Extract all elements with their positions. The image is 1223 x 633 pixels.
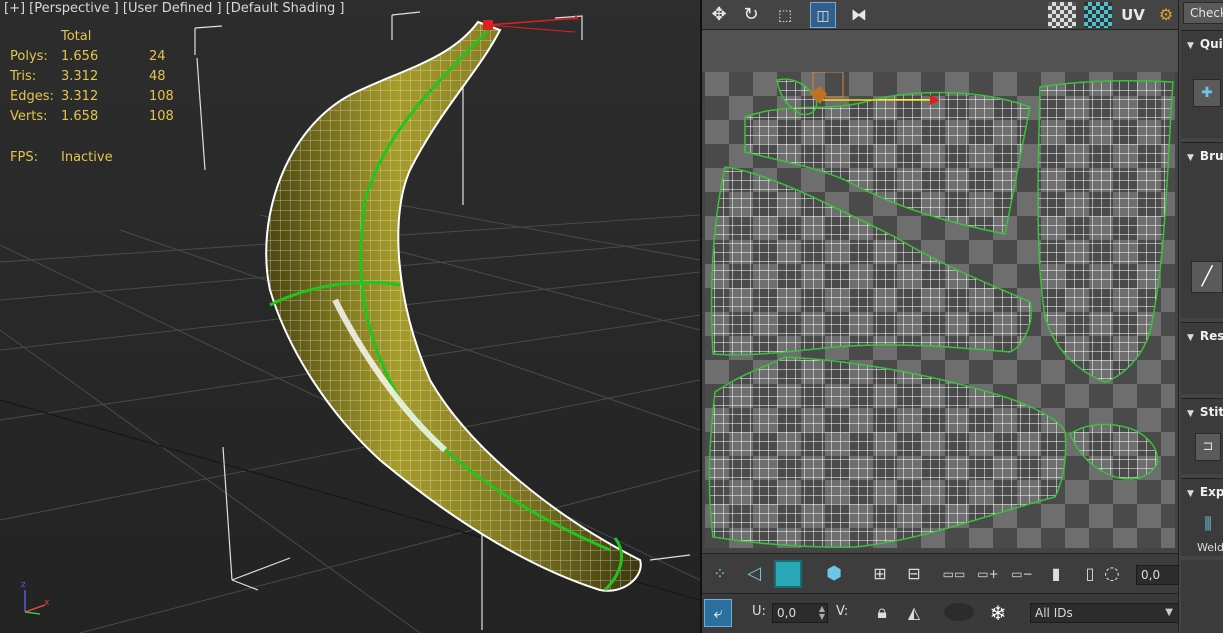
ring-icon[interactable]: ▮	[1042, 560, 1070, 588]
axis-z-label: z	[21, 580, 26, 590]
u-label: U:	[752, 604, 766, 619]
stats-label: Tris:	[10, 69, 37, 84]
stitch-icon[interactable]: ⊐	[1195, 433, 1221, 461]
check-button[interactable]: Check	[1183, 2, 1223, 24]
stats-label: Polys:	[10, 49, 48, 64]
shrink-selection-icon[interactable]: ⊟	[900, 560, 928, 588]
id-filter-value: All IDs	[1035, 606, 1073, 620]
snowflake-icon[interactable]: ❄	[984, 599, 1012, 627]
hide-icon[interactable]: ◭	[900, 599, 928, 627]
rollout-title: Explode	[1199, 485, 1223, 499]
rollout-title: Stitch	[1199, 405, 1223, 419]
uv-toolbar: ✥ ↻ ⬚ ◫ ⧓ UV ⚙	[702, 0, 1180, 30]
uv-island-small	[1069, 423, 1159, 480]
collapse-icon[interactable]: ▼	[1187, 489, 1194, 499]
weld-icon[interactable]: ⫼	[1193, 511, 1223, 539]
soft-selection-icon[interactable]: ◌	[1098, 560, 1126, 588]
uv-coordinate-bar: ⤶ U: 0,0 ▲ ▼ V: 🔒︎ ◭ ❄ All IDs ▼	[702, 593, 1180, 633]
stats-selected: 108	[149, 89, 174, 104]
stats-selected: 108	[149, 109, 174, 124]
u-field[interactable]: 0,0 ▲ ▼	[772, 603, 828, 623]
rollout-title: Reshape	[1199, 329, 1223, 343]
checker-icon[interactable]	[1048, 2, 1076, 28]
select-edge-icon[interactable]: ◁	[740, 560, 768, 588]
grow-selection-icon[interactable]: ⊞	[866, 560, 894, 588]
quick-planar-icon[interactable]: ✚	[1193, 79, 1221, 107]
select-polygon-icon[interactable]	[774, 560, 802, 588]
weld-label: Weld	[1197, 541, 1223, 554]
spinner-icon[interactable]: ▲▼	[819, 605, 825, 621]
collapse-icon[interactable]: ▼	[1187, 41, 1194, 51]
axis-tripod	[24, 590, 46, 615]
rollout-reshape[interactable]: ▼ Reshape	[1181, 322, 1223, 394]
v-label: V:	[836, 604, 849, 619]
rollout-title: Quick	[1199, 37, 1223, 51]
id-filter-dropdown[interactable]: All IDs ▼	[1030, 603, 1180, 623]
loop-grow-icon[interactable]: ▭+	[974, 560, 1002, 588]
uv-canvas[interactable]	[705, 72, 1175, 548]
settings-icon[interactable]: ⚙	[1154, 2, 1178, 28]
rollout-filler	[1181, 560, 1223, 633]
soft-falloff-value: 0,0	[1141, 568, 1161, 582]
select-vertex-icon[interactable]: ⁘	[706, 560, 734, 588]
stats-total: 1.656	[61, 49, 99, 64]
checker2-icon[interactable]	[1084, 2, 1112, 28]
uv-toggle[interactable]: UV	[1118, 2, 1148, 28]
stats-total: 3.312	[61, 69, 99, 84]
loop-icon[interactable]: ▭▭	[940, 560, 968, 588]
collapse-icon[interactable]: ▼	[1187, 409, 1194, 419]
uv-selection-toolbar: ⁘ ◁ ⬢ ⊞ ⊟ ▭▭ ▭+ ▭− ▮ ▯ ◌ 0,0 ▲▼	[702, 553, 1196, 593]
app-window: x [+] [Perspective ] [User Defined ] [De…	[0, 0, 1223, 633]
u-value: 0,0	[777, 606, 797, 620]
uv-gizmo[interactable]	[810, 72, 940, 105]
stats-total: 3.312	[61, 89, 99, 104]
viewport-scene: x	[0, 11, 700, 633]
rollout-title: Brush	[1199, 149, 1223, 163]
axis-x-label: x	[44, 598, 50, 608]
mirror-icon[interactable]: ⧓	[846, 2, 872, 28]
uv-canvas-border	[702, 30, 1180, 72]
rollout-brush[interactable]: ▼ Brush ╱	[1181, 142, 1223, 318]
uv-island-bottom	[708, 356, 1067, 548]
stats-selected: 24	[149, 49, 166, 64]
stats-label: Edges:	[10, 89, 54, 104]
uv-islands[interactable]	[705, 72, 1175, 548]
loop-shrink-icon[interactable]: ▭−	[1008, 560, 1036, 588]
fps-readout: FPS: Inactive	[10, 150, 113, 165]
stats-total: 1.658	[61, 109, 99, 124]
scale-icon[interactable]: ⬚	[772, 2, 798, 28]
rollout-explode[interactable]: ▼ Explode ⫼ Weld	[1181, 478, 1223, 556]
collapse-icon[interactable]: ▼	[1187, 153, 1194, 163]
viewport-label[interactable]: [+] [Perspective ] [User Defined ] [Defa…	[4, 1, 344, 16]
stats-selected: 48	[149, 69, 166, 84]
absolute-mode-icon[interactable]: ⤶	[704, 599, 732, 627]
rotate-icon[interactable]: ↻	[738, 2, 764, 28]
uv-editor-panel: ✥ ↻ ⬚ ◫ ⧓ UV ⚙ ⁘ ◁ ⬢ ⊞ ⊟ ▭▭ ▭+ ▭− ▮ ▯ ◌ …	[700, 0, 1196, 633]
rollout-panel: Check ▼ Quick ✚ ▼ Brush ╱ ▼ Reshape ▼ Stitch…	[1178, 0, 1223, 633]
rollout-stitch[interactable]: ▼ Stitch ⊐	[1181, 398, 1223, 474]
stats-label: Verts:	[10, 109, 48, 124]
fps-label: FPS:	[10, 150, 38, 165]
brush-tool-icon[interactable]: ╱	[1191, 261, 1223, 293]
move-icon[interactable]: ✥	[706, 2, 732, 28]
perspective-viewport[interactable]: x [+] [Perspective ] [User Defined ] [De…	[0, 0, 700, 633]
fps-value: Inactive	[61, 150, 113, 165]
stats-header: Total	[61, 29, 92, 44]
collapse-icon[interactable]: ▼	[1187, 333, 1194, 343]
uv-island-right	[1037, 80, 1174, 383]
select-element-icon[interactable]: ⬢	[820, 560, 848, 588]
freeze-toggle-icon[interactable]	[944, 603, 974, 621]
freeform-icon[interactable]: ◫	[810, 2, 836, 28]
svg-text:x: x	[573, 12, 579, 23]
lock-icon[interactable]: 🔒︎	[868, 599, 896, 627]
chevron-down-icon[interactable]: ▼	[1165, 604, 1173, 622]
rollout-quick[interactable]: ▼ Quick ✚	[1181, 30, 1223, 138]
